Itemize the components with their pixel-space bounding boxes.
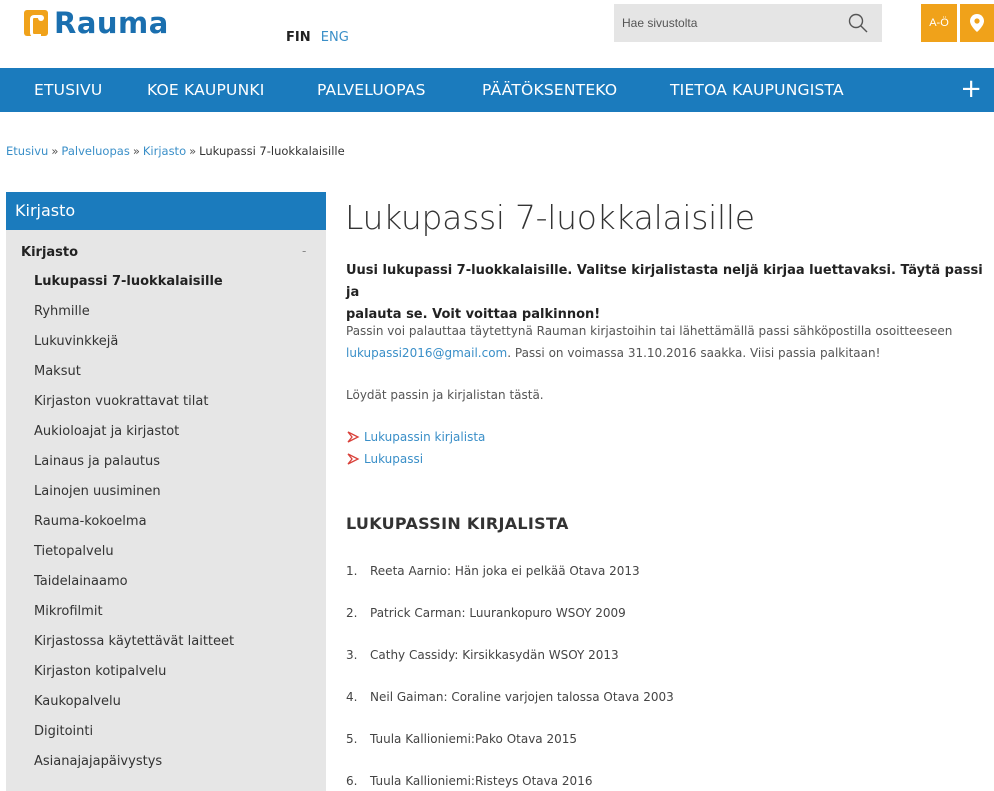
lead-paragraph: Uusi lukupassi 7-luokkalaisille. Valitse…	[346, 260, 994, 326]
sidebar-item-lainojen-uusiminen[interactable]: Lainojen uusiminen	[34, 484, 161, 499]
page-title: Lukupassi 7-luokkalaisille	[345, 198, 755, 237]
list-item: 1. Reeta Aarnio: Hän joka ei pelkää Otava…	[346, 564, 640, 578]
nav-item-tietoa-kaupungista[interactable]: TIETOA KAUPUNGISTA	[670, 68, 844, 112]
search-icon[interactable]	[848, 13, 868, 33]
info-line-1: Passin voi palauttaa täytettynä Rauman k…	[346, 324, 953, 338]
nav-item-palveluopas[interactable]: PALVELUOPAS	[317, 68, 426, 112]
list-item: 5. Tuula Kallioniemi:Pako Otava 2015	[346, 732, 578, 746]
sidebar-item-lainaus[interactable]: Lainaus ja palautus	[34, 454, 160, 469]
link-kirjalista-label: Lukupassin kirjalista	[364, 430, 486, 444]
breadcrumb-separator: »	[51, 144, 59, 158]
info-line-2-rest: . Passi on voimassa 31.10.2016 saakka. V…	[507, 346, 881, 360]
arrow-icon	[347, 431, 360, 443]
list-item: 3. Cathy Cassidy: Kirsikkasydän WSOY 2013	[346, 648, 619, 662]
sidebar: Kirjasto Kirjasto - Lukupassi 7-luokkala…	[6, 192, 326, 791]
lang-fin[interactable]: FIN	[286, 30, 311, 45]
site-logo[interactable]: Rauma	[24, 6, 169, 40]
sidebar-section-kirjasto[interactable]: Kirjasto	[21, 245, 78, 260]
sidebar-title: Kirjasto	[6, 192, 326, 230]
link-kirjalista[interactable]: Lukupassin kirjalista	[346, 430, 485, 444]
list-item: 4. Neil Gaiman: Coraline varjojen talossa…	[346, 690, 674, 704]
sidebar-item-maksut[interactable]: Maksut	[34, 364, 81, 379]
map-pin-icon	[970, 14, 984, 32]
sidebar-item-tietopalvelu[interactable]: Tietopalvelu	[34, 544, 114, 559]
map-button[interactable]	[960, 4, 994, 42]
sidebar-item-taidelainaamo[interactable]: Taidelainaamo	[34, 574, 128, 589]
nav-item-koe-kaupunki[interactable]: KOE KAUPUNKI	[147, 68, 265, 112]
breadcrumb-link-palveluopas[interactable]: Palveluopas	[61, 144, 129, 158]
a-o-index-button[interactable]: A-Ö	[921, 4, 957, 42]
link-lukupassi[interactable]: Lukupassi	[346, 452, 423, 466]
nav-item-etusivu[interactable]: ETUSIVU	[34, 68, 102, 112]
sidebar-item-digitointi[interactable]: Digitointi	[34, 724, 93, 739]
search-input[interactable]	[614, 4, 834, 42]
sidebar-item-kotipalvelu[interactable]: Kirjaston kotipalvelu	[34, 664, 166, 679]
list-item: 2. Patrick Carman: Luurankopuro WSOY 2009	[346, 606, 626, 620]
sidebar-item-laitteet[interactable]: Kirjastossa käytettävät laitteet	[34, 634, 234, 649]
breadcrumb-current: Lukupassi 7-luokkalaisille	[199, 144, 345, 158]
rauma-logo-icon	[24, 10, 48, 37]
book-list-heading: LUKUPASSIN KIRJALISTA	[346, 514, 569, 533]
sidebar-item-kaukopalvelu[interactable]: Kaukopalvelu	[34, 694, 121, 709]
arrow-icon	[347, 453, 360, 465]
sidebar-item-lukuvinkkeja[interactable]: Lukuvinkkejä	[34, 334, 118, 349]
breadcrumb-link-etusivu[interactable]: Etusivu	[6, 144, 48, 158]
sidebar-item-lukupassi[interactable]: Lukupassi 7-luokkalaisille	[34, 274, 223, 289]
breadcrumb: Etusivu» Palveluopas» Kirjasto» Lukupassi 7…	[6, 144, 345, 158]
logo-text: Rauma	[54, 6, 169, 40]
main-navigation: ETUSIVU KOE KAUPUNKI PALVELUOPAS PÄÄTÖKS…	[0, 68, 994, 112]
sidebar-item-mikrofilmit[interactable]: Mikrofilmit	[34, 604, 103, 619]
sidebar-item-asianajajapaivystys[interactable]: Asianajajapäivystys	[34, 754, 162, 769]
breadcrumb-link-kirjasto[interactable]: Kirjasto	[143, 144, 186, 158]
collapse-icon[interactable]: -	[302, 244, 306, 258]
breadcrumb-separator: »	[132, 144, 140, 158]
sidebar-item-rauma-kokoelma[interactable]: Rauma-kokoelma	[34, 514, 147, 529]
expand-menu-button[interactable]: +	[960, 74, 982, 104]
info-line-2: lukupassi2016@gmail.com. Passi on voimas…	[346, 342, 994, 364]
sidebar-item-aukioloajat[interactable]: Aukioloajat ja kirjastot	[34, 424, 179, 439]
nav-item-paatoksenteko[interactable]: PÄÄTÖKSENTEKO	[482, 68, 617, 112]
link-lukupassi-label: Lukupassi	[364, 452, 424, 466]
breadcrumb-separator: »	[189, 144, 197, 158]
find-paragraph: Löydät passin ja kirjalistan tästä.	[346, 388, 544, 402]
sidebar-item-ryhmille[interactable]: Ryhmille	[34, 304, 90, 319]
search-box	[614, 4, 882, 42]
info-paragraph: Passin voi palauttaa täytettynä Rauman k…	[346, 320, 994, 364]
list-item: 6. Tuula Kallioniemi:Risteys Otava 2016	[346, 774, 593, 788]
sidebar-item-vuokrattavat-tilat[interactable]: Kirjaston vuokrattavat tilat	[34, 394, 208, 409]
site-header: Rauma FIN ENG A-Ö	[0, 0, 994, 68]
email-link[interactable]: lukupassi2016@gmail.com	[346, 346, 507, 360]
language-switcher: FIN ENG	[286, 30, 349, 45]
lang-eng[interactable]: ENG	[321, 30, 349, 45]
lead-line-1: Uusi lukupassi 7-luokkalaisille. Valitse…	[346, 263, 983, 300]
